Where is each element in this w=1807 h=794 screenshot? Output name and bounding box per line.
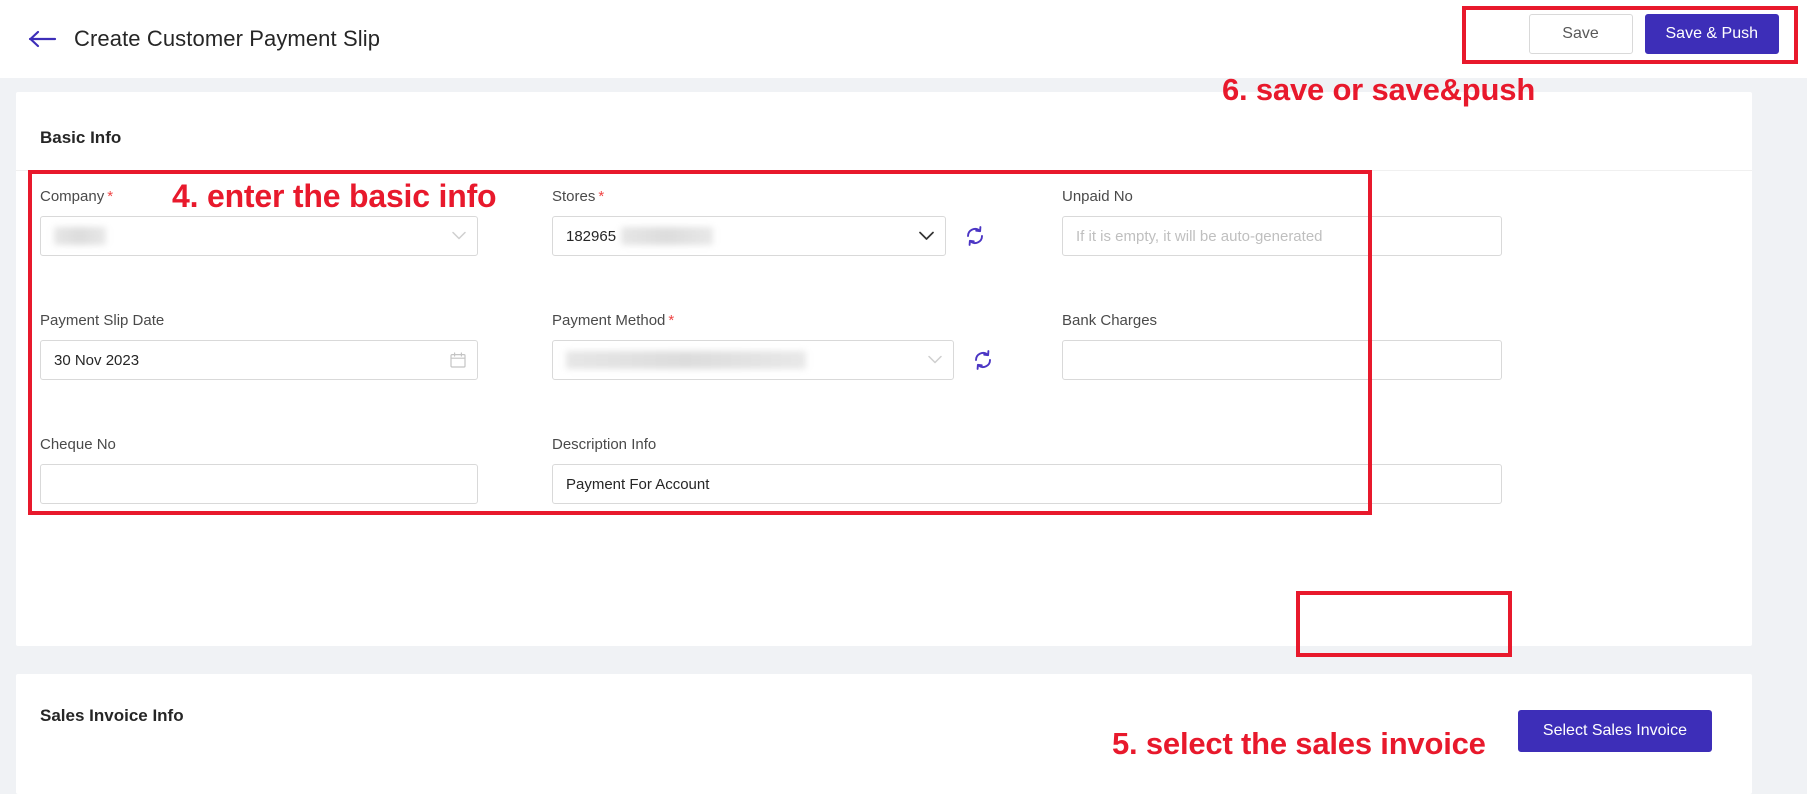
basic-info-card: Basic Info Company * Stores * 182965 Unp… [16, 92, 1752, 646]
basic-info-form: Company * Stores * 182965 Unpaid No If i… [40, 188, 1728, 560]
field-description-info: Description Info Payment For Account [552, 436, 1728, 560]
chevron-down-icon [928, 355, 942, 365]
sales-invoice-info-title: Sales Invoice Info [40, 706, 184, 725]
basic-info-title: Basic Info [40, 128, 122, 147]
form-row: Cheque No Description Info Payment For A… [40, 436, 1728, 560]
header-actions: Save Save & Push [1528, 14, 1779, 54]
stores-refresh-icon[interactable] [962, 223, 988, 249]
description-info-input[interactable]: Payment For Account [552, 464, 1502, 504]
stores-label: Stores * [552, 188, 605, 205]
arrow-left-icon [28, 29, 58, 49]
description-info-value: Payment For Account [566, 475, 710, 493]
unpaid-no-label: Unpaid No [1062, 188, 1133, 205]
cheque-no-input[interactable] [40, 464, 478, 504]
unpaid-no-input[interactable]: If it is empty, it will be auto-generate… [1062, 216, 1502, 256]
card-divider [16, 170, 1752, 171]
select-sales-invoice-button[interactable]: Select Sales Invoice [1517, 710, 1712, 752]
annotation-step-6: 6. save or save&push [1222, 72, 1536, 107]
annotation-step-5: 5. select the sales invoice [1112, 726, 1486, 761]
chevron-down-icon [919, 231, 934, 241]
annotation-step-4: 4. enter the basic info [172, 178, 497, 214]
field-bank-charges: Bank Charges [1062, 312, 1728, 436]
bank-charges-input[interactable] [1062, 340, 1502, 380]
bank-charges-label: Bank Charges [1062, 312, 1158, 329]
app-header: Create Customer Payment Slip Save Save &… [0, 0, 1807, 78]
required-asterisk: * [668, 312, 675, 329]
sales-invoice-info-card: Sales Invoice Info Select Sales Invoice [16, 674, 1752, 794]
payment-method-select[interactable] [552, 340, 954, 380]
redacted-value [621, 227, 714, 245]
chevron-down-icon [452, 231, 466, 241]
payment-slip-date-value: 30 Nov 2023 [54, 351, 140, 369]
save-and-push-button[interactable]: Save & Push [1644, 14, 1779, 54]
calendar-icon [450, 352, 466, 368]
payment-method-label: Payment Method * [552, 312, 675, 329]
stores-select[interactable]: 182965 [552, 216, 946, 256]
page-title: Create Customer Payment Slip [74, 26, 381, 51]
page-body: Basic Info Company * Stores * 182965 Unp… [0, 78, 1807, 794]
required-asterisk: * [107, 188, 114, 205]
payment-method-refresh-icon[interactable] [970, 347, 996, 373]
payment-slip-date-input[interactable]: 30 Nov 2023 [40, 340, 478, 380]
description-info-label: Description Info [552, 436, 657, 453]
stores-value: 182965 [566, 227, 617, 245]
redacted-value [54, 227, 106, 245]
cheque-no-label: Cheque No [40, 436, 116, 453]
form-row: Payment Slip Date 30 Nov 2023 Payment Me… [40, 312, 1728, 436]
field-payment-method: Payment Method * [552, 312, 1062, 436]
field-cheque-no: Cheque No [40, 436, 552, 560]
redacted-value [566, 351, 806, 369]
unpaid-no-placeholder: If it is empty, it will be auto-generate… [1076, 227, 1323, 245]
back-button[interactable] [26, 22, 60, 56]
payment-slip-date-label: Payment Slip Date [40, 312, 165, 329]
save-button[interactable]: Save [1528, 14, 1633, 54]
required-asterisk: * [598, 188, 605, 205]
field-payment-slip-date: Payment Slip Date 30 Nov 2023 [40, 312, 552, 436]
field-unpaid-no: Unpaid No If it is empty, it will be aut… [1062, 188, 1728, 312]
field-stores: Stores * 182965 [552, 188, 1062, 312]
company-select[interactable] [40, 216, 478, 256]
sales-invoice-actions: Select Sales Invoice [1517, 710, 1712, 752]
